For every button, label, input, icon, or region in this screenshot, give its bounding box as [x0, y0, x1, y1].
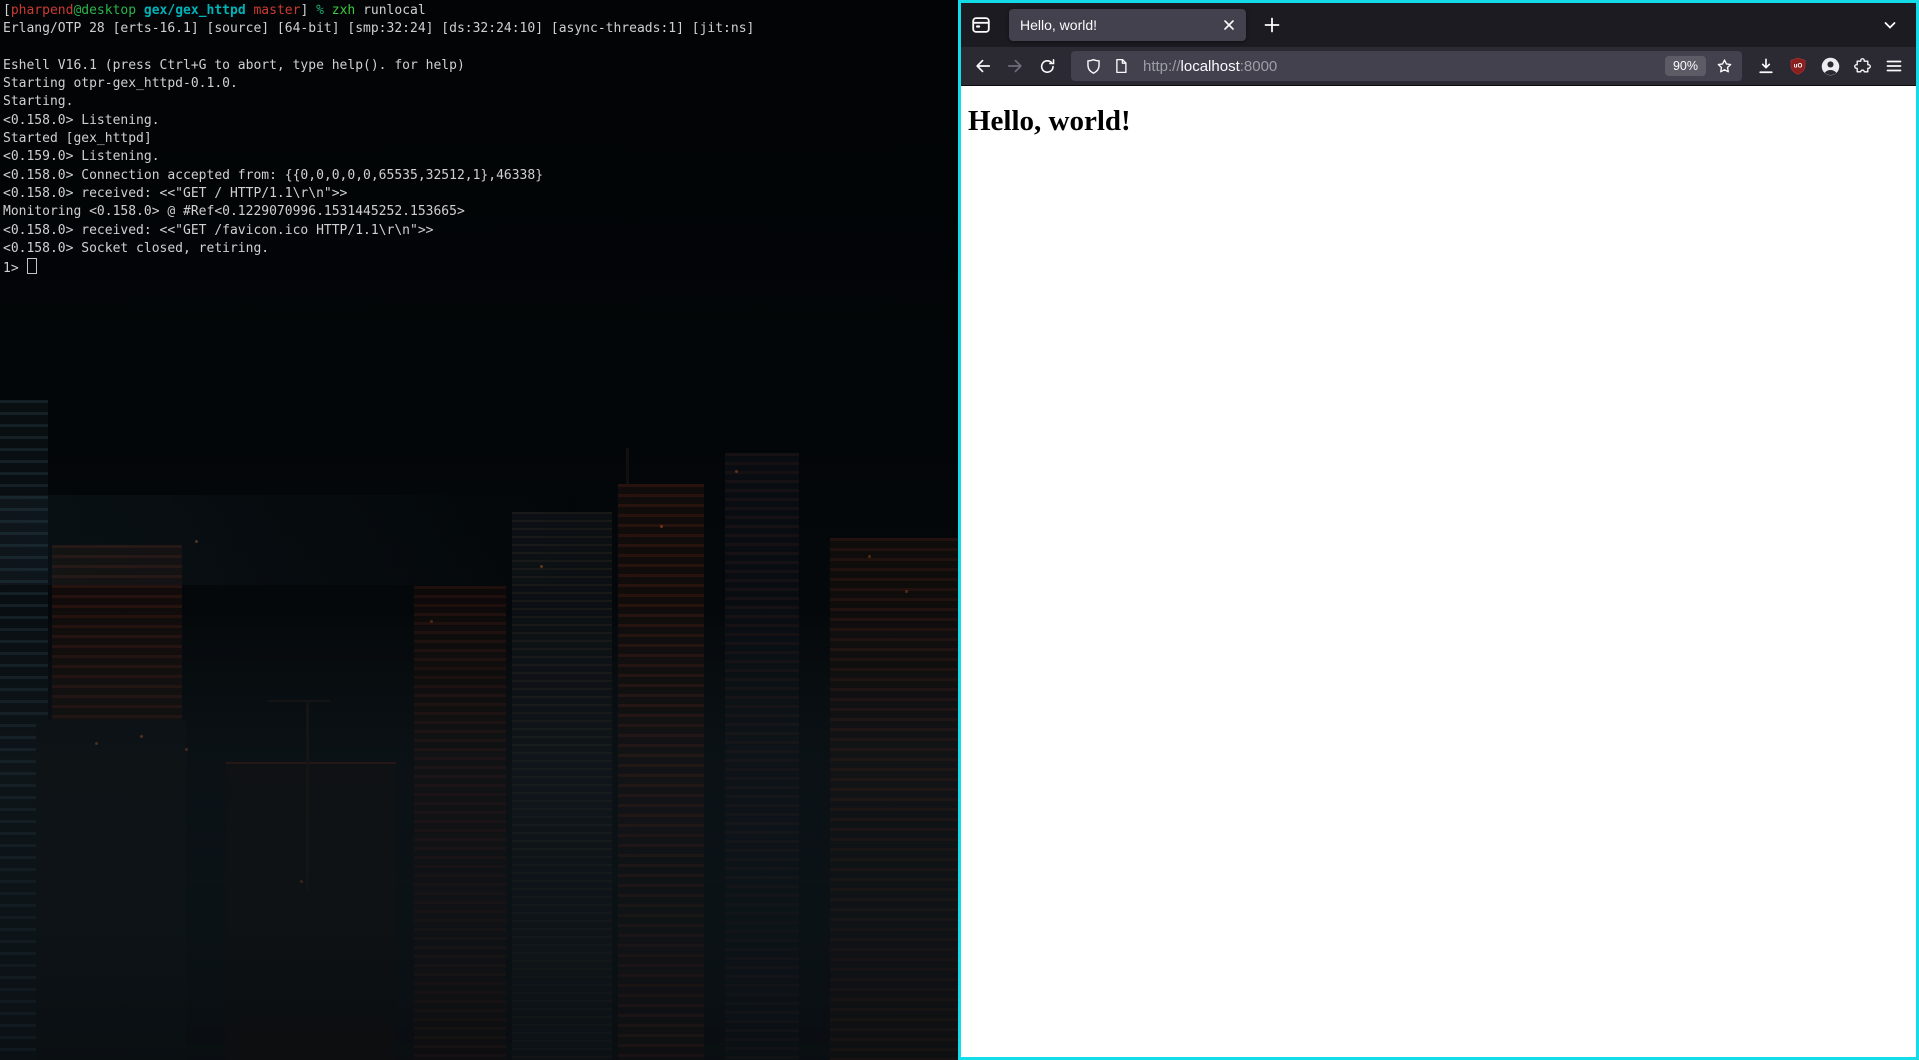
- page-heading: Hello, world!: [968, 105, 1131, 137]
- terminal-window[interactable]: [pharpend@desktop gex/gex_httpd master] …: [0, 0, 958, 1060]
- star-icon: [1717, 58, 1731, 72]
- terminal-line: <0.158.0> Connection accepted from: {{0,…: [3, 167, 544, 183]
- shell-prompt-line: 1>: [3, 258, 956, 278]
- ublock-origin-button[interactable]: uO: [1782, 50, 1814, 82]
- tab-close-button[interactable]: [1218, 14, 1240, 36]
- terminal-line: Started [gex_httpd]: [3, 131, 152, 147]
- terminal-line: <0.158.0> received: <<"GET /favicon.ico …: [3, 222, 434, 238]
- prompt-path: gex/gex_httpd: [136, 3, 246, 18]
- terminal-line: <0.158.0> Socket closed, retiring.: [3, 240, 270, 256]
- forward-button[interactable]: [999, 50, 1031, 82]
- back-arrow-icon: [976, 59, 991, 73]
- firefox-view-button[interactable]: [965, 9, 997, 41]
- menu-button[interactable]: [1878, 50, 1910, 82]
- account-button[interactable]: [1814, 50, 1846, 82]
- plus-icon: [1264, 17, 1280, 33]
- zoom-level-badge[interactable]: 90%: [1664, 56, 1706, 76]
- prompt-host: @desktop: [73, 3, 137, 18]
- downloads-button[interactable]: [1750, 50, 1782, 82]
- terminal-output: [pharpend@desktop gex/gex_httpd master] …: [3, 2, 956, 278]
- new-tab-button[interactable]: [1256, 9, 1288, 41]
- url-input[interactable]: http://localhost:8000: [1143, 58, 1661, 75]
- terminal-prompt-line: [pharpend@desktop gex/gex_httpd master] …: [3, 2, 956, 20]
- prompt-user: pharpend: [10, 3, 74, 18]
- tab-hello-world[interactable]: Hello, world!: [1009, 9, 1246, 41]
- terminal-line: Monitoring <0.158.0> @ #Ref<0.1229070996…: [3, 204, 465, 220]
- reload-button[interactable]: [1031, 50, 1063, 82]
- ublock-origin-icon: uO: [1790, 57, 1806, 75]
- terminal-line: <0.158.0> received: <<"GET / HTTP/1.1\r\…: [3, 185, 348, 201]
- firefox-view-icon: [972, 17, 990, 33]
- prompt-git-branch: master: [245, 3, 301, 18]
- chevron-down-icon: [1884, 22, 1896, 29]
- page-icon: [1116, 58, 1127, 74]
- puzzle-piece-icon: [1853, 57, 1871, 72]
- prompt-command: zxh: [323, 3, 356, 18]
- back-button[interactable]: [967, 50, 999, 82]
- navigation-toolbar: http://localhost:8000 90% uO: [961, 47, 1916, 86]
- url-bar[interactable]: http://localhost:8000 90%: [1071, 51, 1742, 81]
- shield-icon: [1086, 58, 1100, 74]
- prompt-arguments: runlocal: [355, 3, 426, 18]
- url-port: :8000: [1239, 57, 1278, 75]
- prompt-bracket: [: [3, 3, 11, 18]
- firefox-window: Hello, world! http://localhost:8000 90% …: [958, 0, 1919, 1060]
- tab-bar: Hello, world!: [961, 3, 1916, 47]
- account-icon: [1821, 57, 1839, 75]
- wallpaper-haze: [0, 495, 600, 585]
- bookmark-button[interactable]: [1710, 53, 1738, 79]
- page-content: Hello, world!: [961, 86, 1916, 1057]
- terminal-line: Starting.: [3, 94, 74, 110]
- url-host: localhost: [1180, 57, 1240, 75]
- hamburger-menu-icon: [1886, 60, 1902, 72]
- reload-icon: [1040, 58, 1054, 73]
- terminal-line: Eshell V16.1 (press Ctrl+G to abort, typ…: [3, 57, 465, 73]
- desktop: [pharpend@desktop gex/gex_httpd master] …: [0, 0, 1919, 1060]
- forward-arrow-icon: [1007, 59, 1022, 73]
- close-icon: [1224, 20, 1234, 30]
- terminal-log: Erlang/OTP 28 [erts-16.1] [source] [64-b…: [3, 20, 956, 258]
- list-all-tabs-button[interactable]: [1874, 9, 1906, 41]
- site-information-button[interactable]: [1107, 53, 1135, 79]
- url-scheme: http://: [1143, 57, 1181, 75]
- terminal-line: Starting otpr-gex_httpd-0.1.0.: [3, 76, 238, 92]
- svg-text:uO: uO: [1794, 62, 1803, 69]
- shell-prompt: 1>: [3, 261, 27, 277]
- tab-title: Hello, world!: [1020, 17, 1098, 33]
- prompt-percent: %: [308, 3, 324, 18]
- wallpaper-fog: [0, 600, 958, 1060]
- terminal-cursor: [27, 258, 38, 275]
- terminal-line: <0.158.0> Listening.: [3, 112, 160, 128]
- terminal-line: Erlang/OTP 28 [erts-16.1] [source] [64-b…: [3, 21, 755, 37]
- download-icon: [1759, 58, 1773, 74]
- extensions-button[interactable]: [1846, 50, 1878, 82]
- terminal-line: <0.159.0> Listening.: [3, 149, 160, 165]
- tracking-protection-button[interactable]: [1079, 53, 1107, 79]
